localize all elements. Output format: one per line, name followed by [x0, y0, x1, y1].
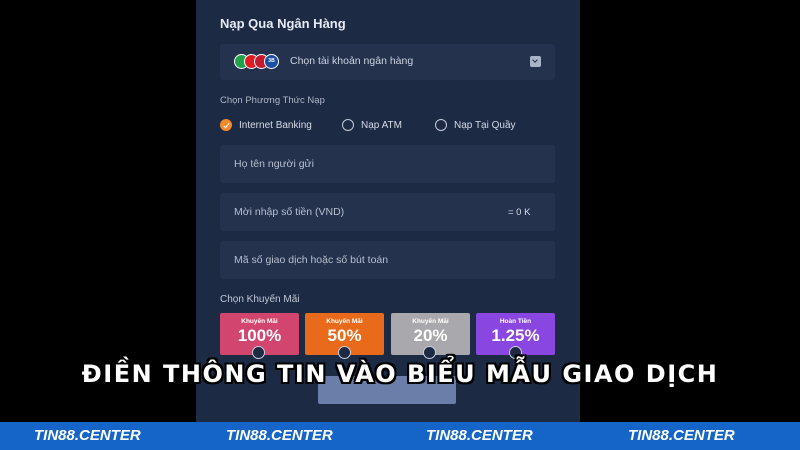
panel-title: Nạp Qua Ngân Hàng — [220, 16, 346, 31]
promo-radio-icon[interactable] — [252, 346, 265, 359]
promo-value: 100% — [237, 326, 282, 345]
amount-converted-value: = 0 K — [508, 207, 531, 218]
promo-radio-icon[interactable] — [509, 346, 522, 359]
footer-brand: TIN88.CENTER — [628, 427, 735, 444]
radio-label: Nạp ATM — [361, 119, 402, 131]
radio-internet-banking[interactable]: Internet Banking — [220, 117, 312, 133]
promo-title: Khuyến Mãi — [326, 318, 363, 325]
promo-title: Khuyến Mãi — [412, 318, 449, 325]
bank-account-select[interactable]: 3B Chọn tài khoản ngân hàng — [220, 44, 555, 80]
amount-field[interactable]: Mời nhập số tiền (VND) = 0 K — [220, 193, 555, 231]
bank-logo-blue: 3B — [264, 54, 279, 69]
bank-logos-icon: 3B — [234, 54, 280, 70]
radio-checked-icon — [220, 119, 232, 131]
promo-value: 1.25% — [491, 326, 540, 345]
radio-counter[interactable]: Nạp Tại Quầy — [435, 117, 516, 133]
promo-title: Hoàn Tiền — [499, 318, 532, 325]
footer-brand: TIN88.CENTER — [34, 427, 141, 444]
promo-radio-icon[interactable] — [338, 346, 351, 359]
radio-atm[interactable]: Nạp ATM — [342, 117, 402, 133]
sender-name-field[interactable]: Họ tên người gửi — [220, 145, 555, 183]
promo-label: Chọn Khuyến Mãi — [220, 294, 300, 305]
promo-value: 20% — [413, 326, 448, 345]
sender-name-placeholder: Họ tên người gửi — [234, 158, 314, 170]
radio-unchecked-icon — [435, 119, 447, 131]
footer-brand: TIN88.CENTER — [226, 427, 333, 444]
deposit-panel: Nạp Qua Ngân Hàng 3B Chọn tài khoản ngân… — [196, 0, 580, 422]
promo-radio-icon[interactable] — [423, 346, 436, 359]
radio-label: Nạp Tại Quầy — [454, 119, 516, 131]
promo-value: 50% — [327, 326, 362, 345]
amount-placeholder: Mời nhập số tiền (VND) — [234, 206, 345, 218]
footer-brand: TIN88.CENTER — [426, 427, 533, 444]
radio-unchecked-icon — [342, 119, 354, 131]
transaction-code-field[interactable]: Mã số giao dịch hoặc số bút toán — [220, 241, 555, 279]
caption-overlay: ĐIỀN THÔNG TIN VÀO BIỂU MẪU GIAO DỊCH — [81, 360, 719, 388]
footer-banner: TIN88.CENTER TIN88.CENTER TIN88.CENTER T… — [0, 422, 800, 450]
transaction-code-placeholder: Mã số giao dịch hoặc số bút toán — [234, 254, 389, 266]
promo-title: Khuyến Mãi — [241, 318, 278, 325]
method-label: Chọn Phương Thức Nạp — [220, 95, 325, 106]
bank-select-label: Chọn tài khoản ngân hàng — [290, 55, 414, 67]
chevron-down-icon[interactable] — [530, 56, 541, 67]
radio-label: Internet Banking — [239, 119, 312, 131]
